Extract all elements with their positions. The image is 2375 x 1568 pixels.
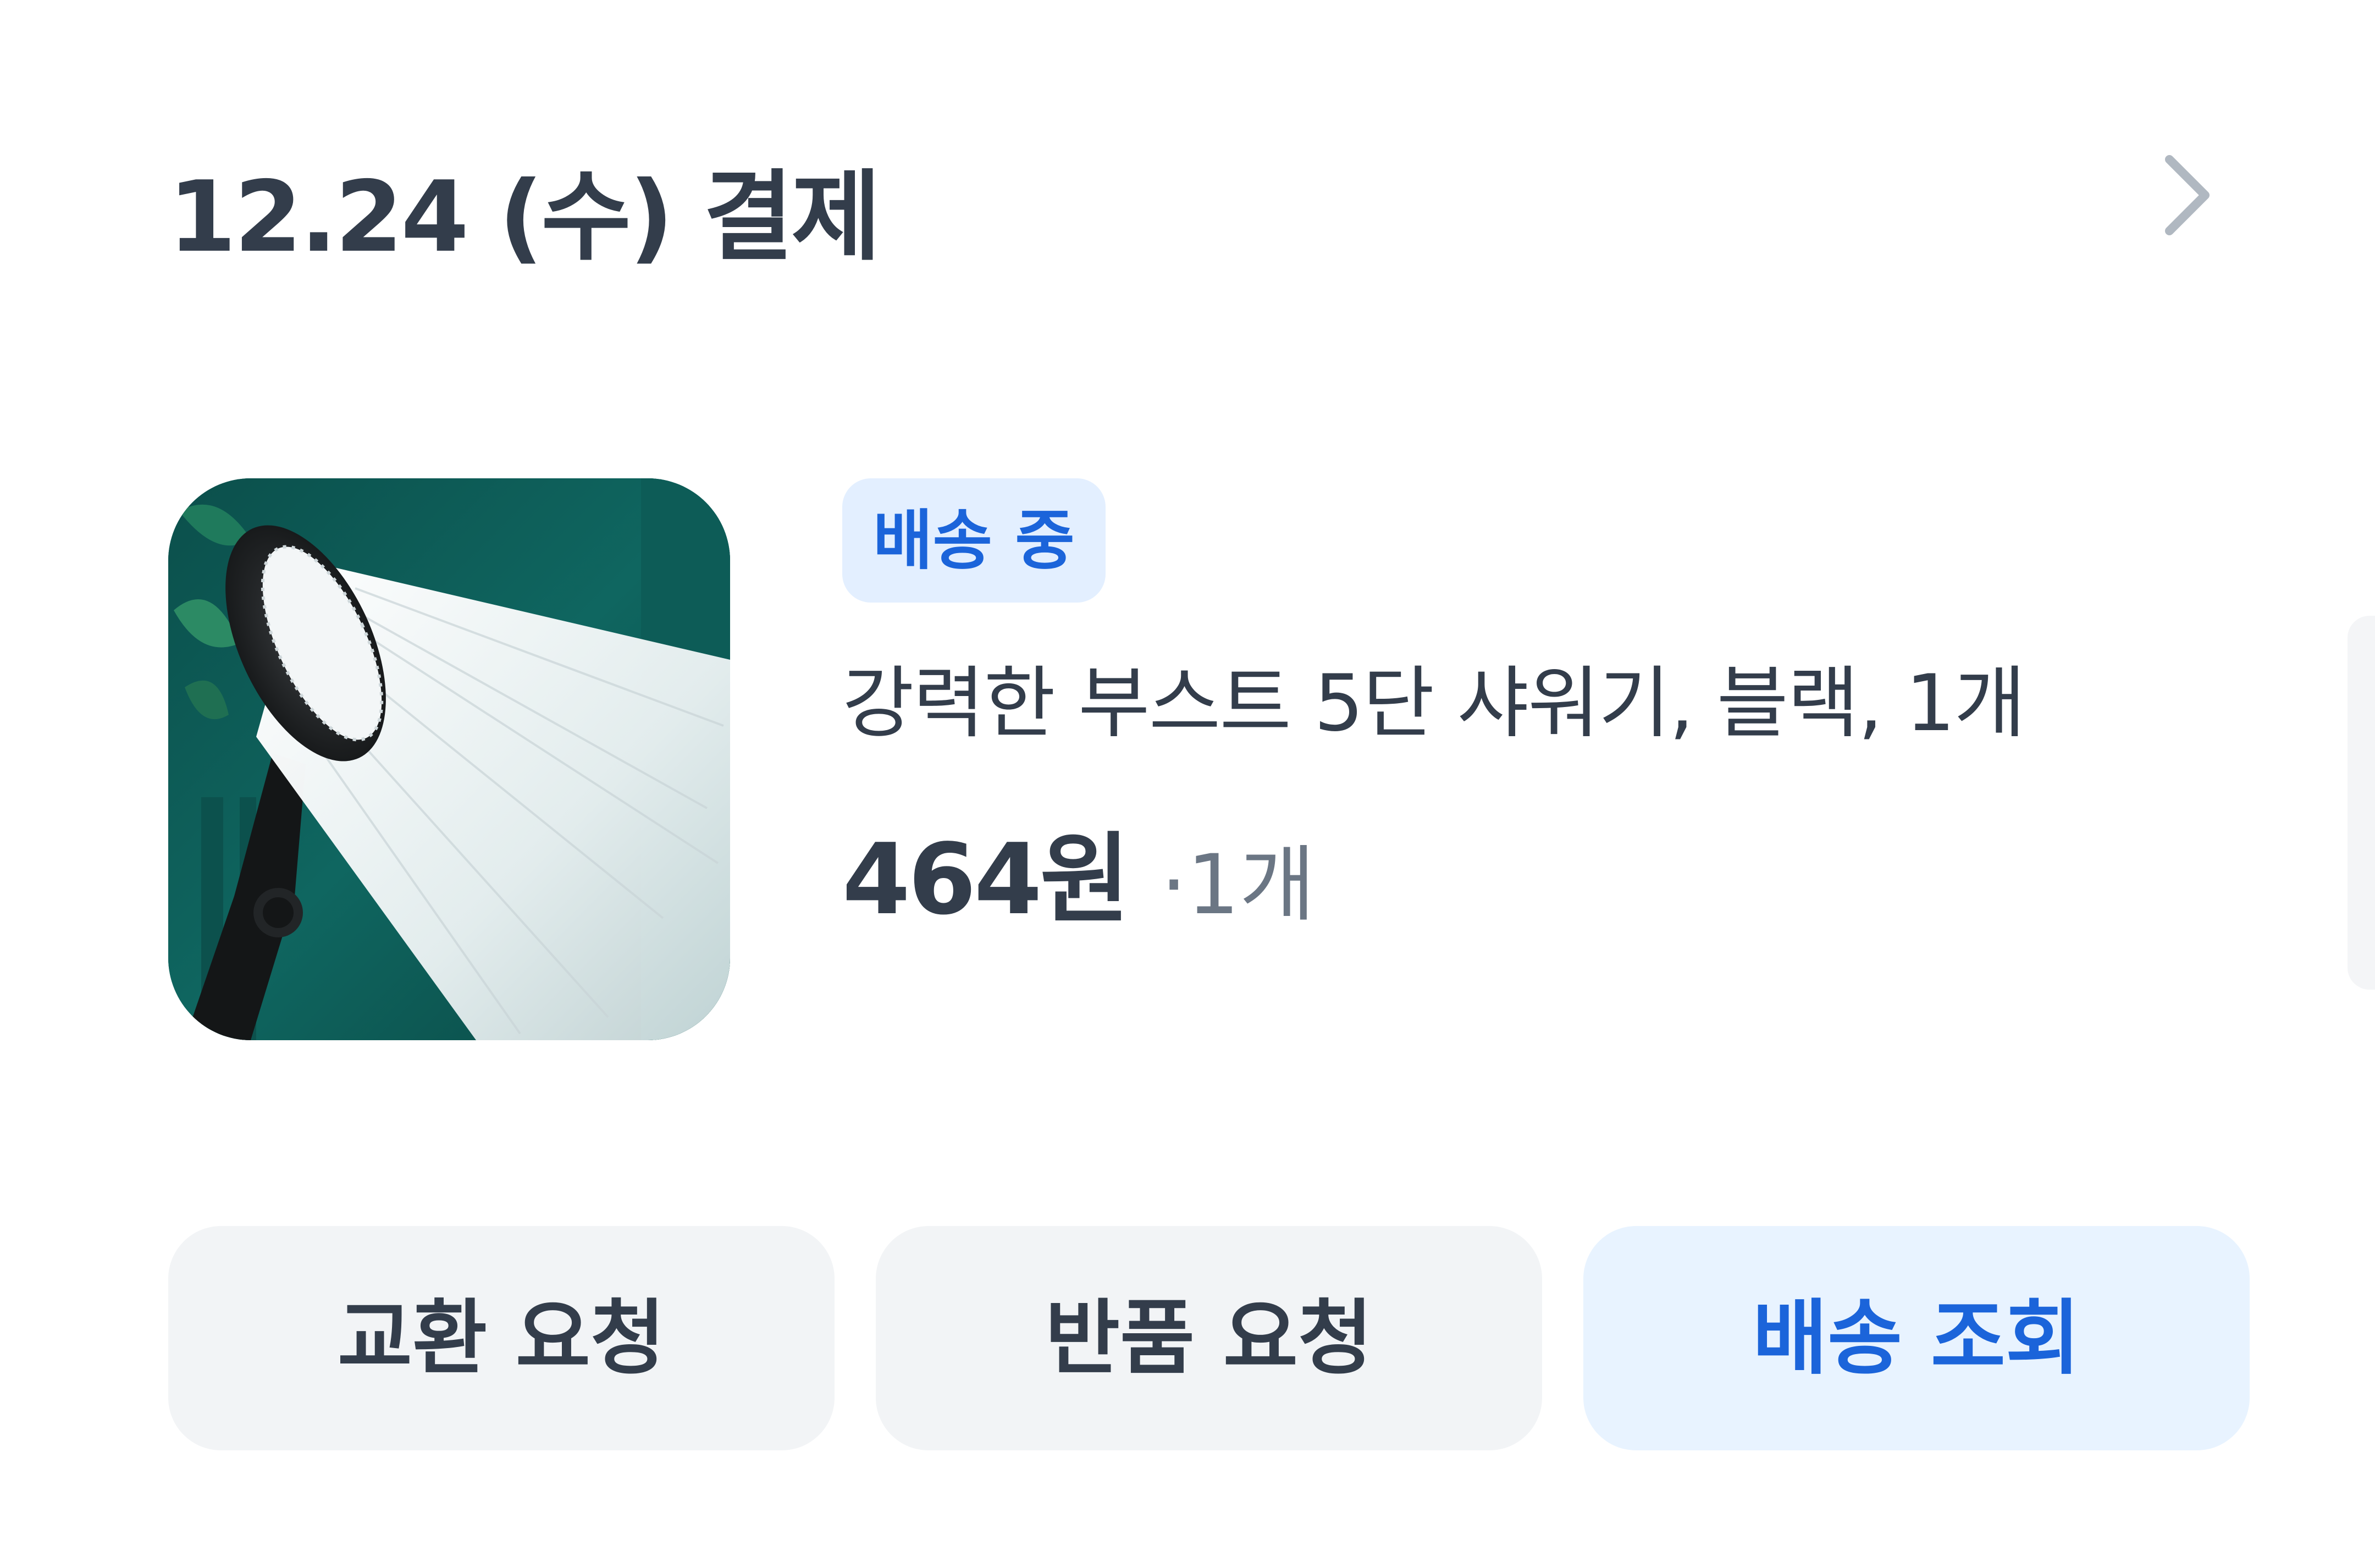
product-quantity: ·1개 bbox=[1161, 837, 1316, 933]
product-name[interactable]: 강력한 부스트 5단 샤워기, 블랙, 1개 bbox=[842, 649, 2026, 759]
return-request-button[interactable]: 반품 요청 bbox=[876, 1226, 1542, 1450]
product-info: 배송 중 강력한 부스트 5단 샤워기, 블랙, 1개 464원 ·1개 bbox=[842, 478, 2217, 1045]
status-badge: 배송 중 bbox=[842, 478, 1106, 603]
product-row[interactable]: 배송 중 강력한 부스트 5단 샤워기, 블랙, 1개 464원 ·1개 bbox=[168, 478, 2224, 1045]
order-card: 12.24 (수) 결제 배송 중 강력한 부스트 5단 샤워기, 블랙, 1개… bbox=[0, 0, 2375, 1568]
chevron-right-icon[interactable] bbox=[2147, 148, 2224, 242]
order-header[interactable]: 12.24 (수) 결제 bbox=[168, 148, 2224, 286]
product-price: 464원 bbox=[842, 822, 1130, 936]
order-date-title: 12.24 (수) 결제 bbox=[168, 160, 881, 274]
adjacent-card-edge bbox=[2348, 616, 2375, 990]
price-line: 464원 ·1개 bbox=[842, 819, 1315, 940]
shower-head-image bbox=[168, 478, 730, 1040]
track-delivery-button[interactable]: 배송 조회 bbox=[1583, 1226, 2250, 1450]
order-actions: 교환 요청 반품 요청 배송 조회 bbox=[168, 1226, 2250, 1450]
product-thumbnail[interactable] bbox=[168, 478, 730, 1040]
exchange-request-button[interactable]: 교환 요청 bbox=[168, 1226, 835, 1450]
